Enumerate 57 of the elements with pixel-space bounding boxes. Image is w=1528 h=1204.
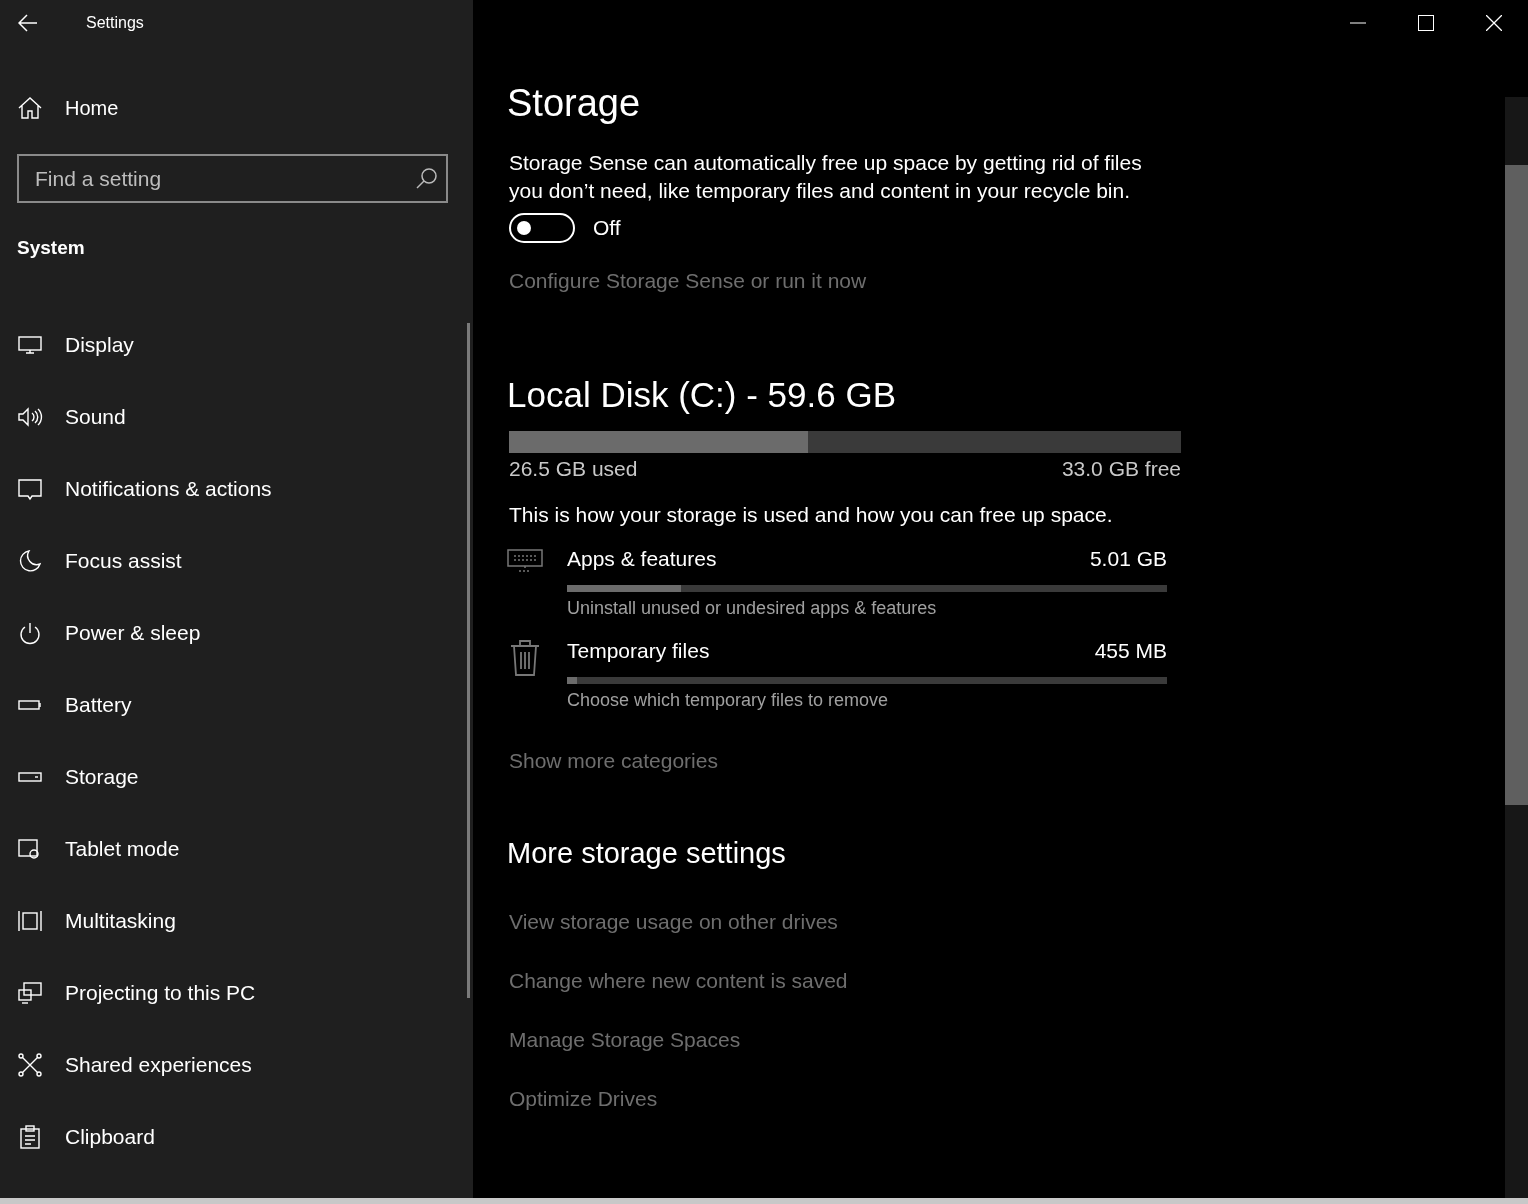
section-heading: System [17, 237, 85, 259]
trash-icon [509, 639, 541, 677]
category-hint: Choose which temporary files to remove [567, 690, 890, 711]
section-heading: More storage settings [507, 837, 786, 870]
usage-intro: This is how your storage is used and how you can free up space. [509, 503, 1113, 527]
settings-link[interactable]: Optimize Drives [509, 1087, 658, 1111]
projector-icon [17, 980, 43, 1006]
shared-icon [17, 1052, 43, 1078]
home-nav-item[interactable]: Home [0, 78, 473, 138]
settings-link[interactable]: Change where new content is saved [509, 969, 848, 993]
category-size: 5.01 GB [1089, 547, 1167, 571]
nav-item[interactable]: Storage [0, 741, 473, 813]
nav-item[interactable]: Tablet mode [0, 813, 473, 885]
free-label: 33.0 GB free [1061, 457, 1181, 481]
speaker-icon [17, 404, 43, 430]
configure-link[interactable]: Configure Storage Sense or run it now [509, 269, 867, 293]
nav-item[interactable]: Display [0, 309, 473, 381]
category-item[interactable]: Apps & features 5.01 GB Uninstall unused or undesired apps & features [507, 547, 1167, 619]
toggle-label: Off [593, 216, 621, 240]
scrollbar[interactable] [467, 323, 470, 998]
minimize-icon [1350, 22, 1366, 24]
disk-heading: Local Disk (C:) - 59.6 GB [507, 375, 896, 415]
nav-item[interactable]: Clipboard [0, 1101, 473, 1173]
search-field[interactable]: Find a setting [17, 154, 448, 203]
nav-item[interactable]: Projecting to this PC [0, 957, 473, 1029]
keyboard-icon [507, 547, 543, 575]
show-more-link[interactable]: Show more categories [509, 749, 718, 773]
moon-icon [17, 548, 43, 574]
nav-item[interactable]: Sound [0, 381, 473, 453]
search-icon [416, 167, 438, 189]
nav-item[interactable]: Focus assist [0, 525, 473, 597]
home-icon [17, 95, 43, 121]
nav-item[interactable]: Shared experiences [0, 1029, 473, 1101]
close-icon [1486, 15, 1502, 31]
multitasking-icon [17, 908, 43, 934]
scrollbar[interactable] [1505, 97, 1528, 1198]
nav-item[interactable]: Multitasking [0, 885, 473, 957]
category-name: Apps & features [567, 547, 717, 571]
category-item[interactable]: Temporary files 455 MB Choose which temporary files to remove [507, 639, 1167, 711]
clipboard-icon [17, 1124, 43, 1150]
used-label: 26.5 GB used [509, 457, 638, 481]
settings-link[interactable]: View storage usage on other drives [509, 910, 838, 934]
nav-item[interactable]: Notifications & actions [0, 453, 473, 525]
nav-item[interactable]: Power & sleep [0, 597, 473, 669]
nav-item[interactable]: Battery [0, 669, 473, 741]
category-size: 455 MB [1094, 639, 1167, 663]
category-name: Temporary files [567, 639, 710, 663]
power-icon [17, 620, 43, 646]
category-hint: Uninstall unused or undesired apps & features [567, 598, 938, 619]
description: Storage Sense can automatically free up space by getting rid of files you don’t need, like temporary files and content in your recycle bin. [509, 150, 1143, 204]
page-title: Storage [507, 82, 641, 125]
speech-bubble-icon [17, 476, 43, 502]
window-title: Settings [86, 14, 144, 32]
toggle-switch[interactable] [509, 213, 575, 243]
back-arrow-icon [18, 14, 38, 32]
settings-link[interactable]: Manage Storage Spaces [509, 1028, 741, 1052]
maximize-icon [1418, 15, 1434, 31]
